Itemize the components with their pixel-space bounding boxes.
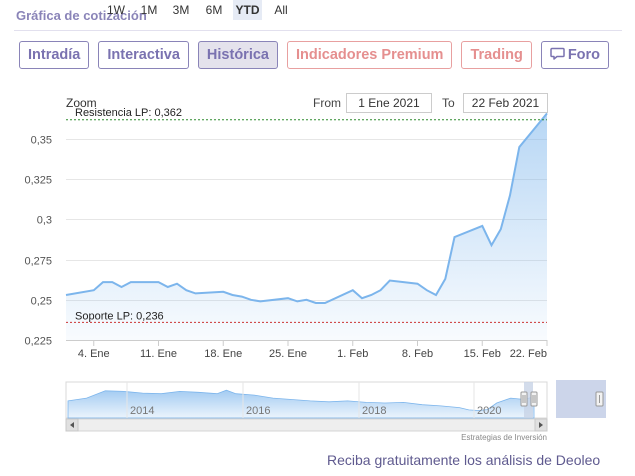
x-tick-label: 11. Ene [140,348,177,360]
series-area [66,113,547,341]
y-tick-label: 0,25 [31,296,52,308]
chart-credit: Estrategias de Inversión [461,433,547,442]
y-tick-label: 0,3 [37,215,52,227]
x-tick-label: 4. Ene [78,348,110,360]
navigator[interactable]: 2014 2016 2018 2020 [65,381,548,419]
x-tick-label: 25. Ene [269,348,307,360]
footer-analysis-link[interactable]: Reciba gratuitamente los análisis de Deo… [327,452,600,468]
y-tick-label: 0,225 [24,336,52,348]
navigator-year-label: 2020 [477,405,501,417]
navigator-left-handle[interactable] [520,391,528,407]
navigator-year-label: 2014 [130,405,154,417]
x-tick-label: 1. Feb [337,348,368,360]
x-axis: 4. Ene 11. Ene 18. Ene 25. Ene 1. Feb 8. Feb 1… [78,340,548,360]
x-tick-label: 18. Ene [204,348,242,360]
y-tick-label: 0,275 [24,256,52,268]
x-tick-label: 22. Feb [510,348,547,360]
x-tick-label: 15. Feb [464,348,501,360]
navigator-right-handle[interactable] [530,391,538,407]
x-tick-label: 8. Feb [402,348,433,360]
scrollbar-track[interactable] [65,418,548,432]
y-axis: 0,35 0,325 0,3 0,275 0,25 0,225 [24,135,52,348]
price-chart: 0,35 0,325 0,3 0,275 0,25 0,225 Resistencia L… [24,107,606,442]
y-tick-label: 0,35 [31,135,52,147]
navigator-year-label: 2018 [362,405,386,417]
support-label: Soporte LP: 0,236 [75,310,164,322]
resistance-label: Resistencia LP: 0,362 [75,107,182,119]
navigator-year-label: 2016 [246,405,270,417]
scrollbar[interactable] [65,418,548,432]
y-tick-label: 0,325 [24,175,52,187]
